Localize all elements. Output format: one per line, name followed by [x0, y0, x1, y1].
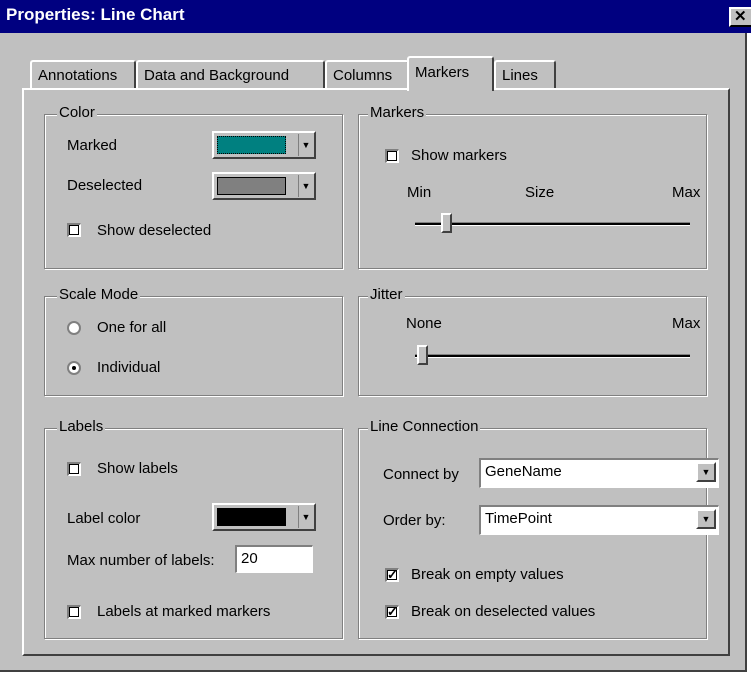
tab-columns[interactable]: Columns [325, 60, 409, 89]
jitter-legend: Jitter [368, 286, 405, 303]
size-max-label: Max [672, 184, 701, 201]
order-by-select[interactable]: TimePoint ▼ [479, 505, 719, 535]
break-deselected-checkbox[interactable]: ✓ [385, 605, 399, 619]
color-legend: Color [57, 104, 97, 121]
individual-label: Individual [97, 359, 161, 376]
jitter-slider[interactable] [415, 354, 690, 358]
tab-label: Data and Background [144, 67, 290, 84]
show-labels-checkbox[interactable] [67, 462, 81, 476]
scale-mode-group [44, 296, 343, 396]
tab-label: Annotations [38, 67, 118, 84]
break-empty-label: Break on empty values [411, 566, 564, 583]
label-color-swatch [217, 508, 286, 526]
marked-color-swatch [217, 136, 286, 154]
tab-lines[interactable]: Lines [494, 60, 556, 89]
deselected-color-picker[interactable]: ▼ [212, 172, 316, 200]
labels-at-marked-label: Labels at marked markers [97, 603, 271, 620]
label-color-label: Label color [67, 510, 141, 527]
max-labels-input[interactable]: 20 [235, 545, 313, 573]
show-labels-label: Show labels [97, 460, 178, 477]
close-icon: ✕ [734, 8, 747, 25]
one-for-all-label: One for all [97, 319, 167, 336]
show-deselected-label: Show deselected [97, 222, 212, 239]
show-markers-checkbox[interactable] [385, 149, 399, 163]
marked-color-picker[interactable]: ▼ [212, 131, 316, 159]
chevron-down-icon[interactable]: ▼ [696, 509, 716, 529]
check-icon: ✓ [387, 567, 398, 582]
labels-legend: Labels [57, 418, 106, 435]
marked-label: Marked [67, 137, 118, 154]
chevron-down-icon: ▼ [298, 134, 313, 156]
tab-label: Columns [333, 67, 393, 84]
connect-by-value: GeneName [485, 463, 562, 480]
active-tab-joiner [409, 86, 492, 92]
tab-label: Markers [415, 64, 470, 81]
break-deselected-label: Break on deselected values [411, 603, 596, 620]
size-label: Size [525, 184, 555, 201]
tab-data-and-background[interactable]: Data and Background [136, 60, 325, 89]
one-for-all-radio[interactable] [67, 321, 81, 335]
individual-radio[interactable] [67, 361, 81, 375]
chevron-down-icon: ▼ [298, 506, 313, 528]
tab-label: Lines [502, 67, 538, 84]
check-icon: ✓ [387, 604, 398, 619]
jitter-none-label: None [406, 315, 442, 332]
chevron-down-icon[interactable]: ▼ [696, 462, 716, 482]
markers-legend: Markers [368, 104, 427, 121]
jitter-group [358, 296, 707, 396]
close-button[interactable]: ✕ [729, 7, 751, 27]
order-by-value: TimePoint [485, 510, 552, 527]
deselected-color-swatch [217, 177, 286, 195]
show-deselected-checkbox[interactable] [67, 223, 81, 237]
connect-by-select[interactable]: GeneName ▼ [479, 458, 719, 488]
tab-annotations[interactable]: Annotations [30, 60, 136, 89]
window-title: Properties: Line Chart [6, 5, 185, 24]
order-by-label: Order by: [383, 512, 446, 529]
marker-size-slider[interactable] [415, 222, 690, 226]
marker-size-slider-thumb[interactable] [441, 213, 452, 233]
line-connection-legend: Line Connection [368, 418, 481, 435]
connect-by-label: Connect by [383, 466, 459, 483]
deselected-label: Deselected [67, 177, 143, 194]
chevron-down-icon: ▼ [298, 175, 313, 197]
scale-mode-legend: Scale Mode [57, 286, 141, 303]
labels-at-marked-checkbox[interactable] [67, 605, 81, 619]
jitter-slider-thumb[interactable] [417, 345, 428, 365]
break-empty-checkbox[interactable]: ✓ [385, 568, 399, 582]
max-labels-label: Max number of labels: [67, 552, 215, 569]
show-markers-label: Show markers [411, 147, 507, 164]
label-color-picker[interactable]: ▼ [212, 503, 316, 531]
size-min-label: Min [407, 184, 432, 201]
radio-selected-dot [72, 366, 76, 370]
jitter-max-label: Max [672, 315, 701, 332]
